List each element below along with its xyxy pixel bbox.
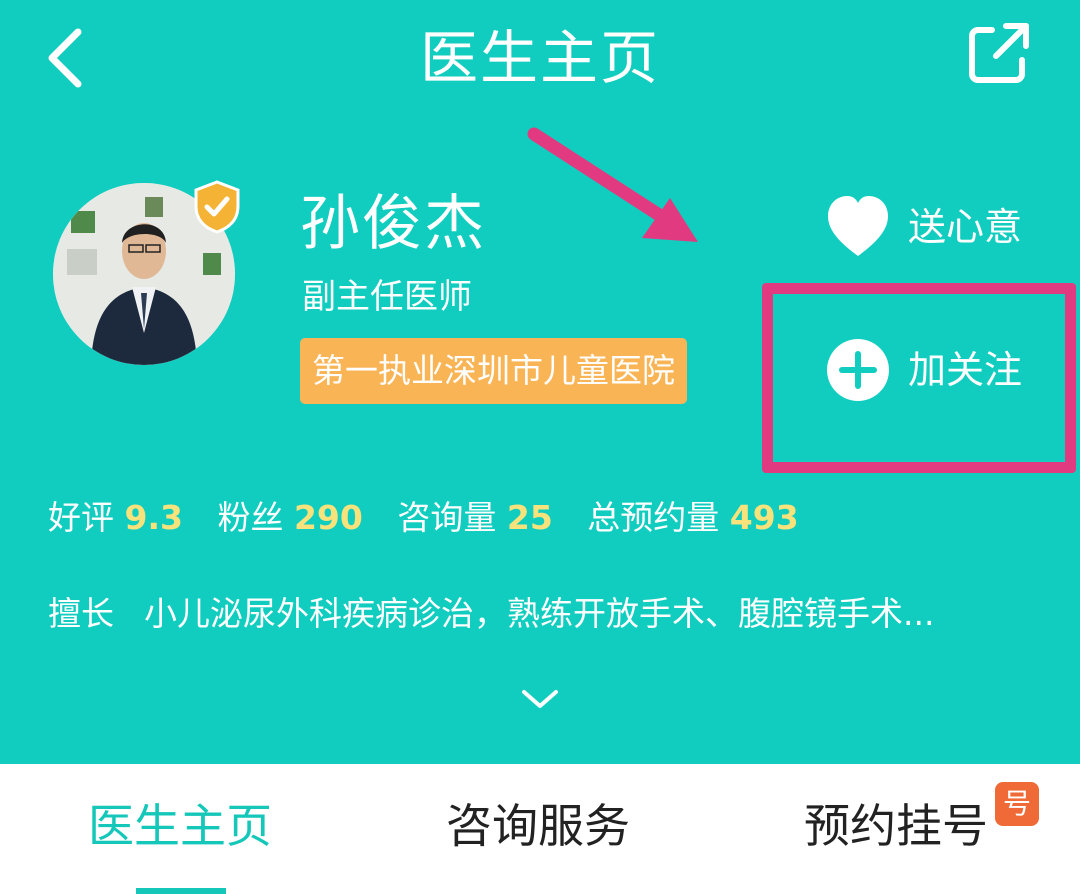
send-gift-label: 送心意	[908, 205, 1023, 249]
doctor-title: 副主任医师	[302, 277, 472, 317]
tab-bar: 医生主页 咨询服务 预约挂号	[0, 764, 1080, 894]
appointment-badge: 号	[995, 782, 1039, 826]
stat-fans: 粉丝 290	[217, 498, 363, 537]
tab-doctor-home[interactable]: 医生主页	[88, 794, 272, 858]
page-title: 医生主页	[419, 24, 660, 92]
annotation-arrow	[527, 127, 698, 242]
expand-button[interactable]	[516, 682, 564, 714]
specialty-row: 擅长 小儿泌尿外科疾病诊治，熟练开放手术、腹腔镜手术...	[48, 592, 934, 636]
stats-row: 好评 9.3 粉丝 290 咨询量 25 总预约量 493	[48, 496, 823, 540]
share-button[interactable]	[962, 18, 1034, 90]
send-gift-button[interactable]: 送心意	[826, 190, 1046, 264]
stat-consults-value: 25	[506, 498, 553, 537]
stat-appointments: 总预约量 493	[587, 498, 799, 537]
stat-fans-value: 290	[293, 498, 363, 537]
doctor-name: 孙俊杰	[300, 189, 486, 259]
active-tab-indicator	[136, 888, 226, 894]
stat-rating: 好评 9.3	[48, 498, 183, 537]
stat-appointments-value: 493	[729, 498, 799, 537]
heart-icon	[828, 196, 888, 256]
annotation-highlight-box	[762, 283, 1076, 473]
specialty-text: 小儿泌尿外科疾病诊治，熟练开放手术、腹腔镜手术...	[144, 594, 935, 633]
chevron-down-icon	[522, 690, 558, 708]
stat-rating-value: 9.3	[124, 498, 183, 537]
share-external-icon	[969, 23, 1029, 83]
stat-consults: 咨询量 25	[397, 498, 553, 537]
hospital-tag: 第一执业深圳市儿童医院	[300, 338, 687, 404]
specialty-label: 擅长	[48, 594, 114, 633]
tab-consult-service[interactable]: 咨询服务	[446, 794, 630, 858]
verified-shield-icon	[194, 180, 240, 234]
tab-appointment[interactable]: 预约挂号	[804, 794, 988, 858]
